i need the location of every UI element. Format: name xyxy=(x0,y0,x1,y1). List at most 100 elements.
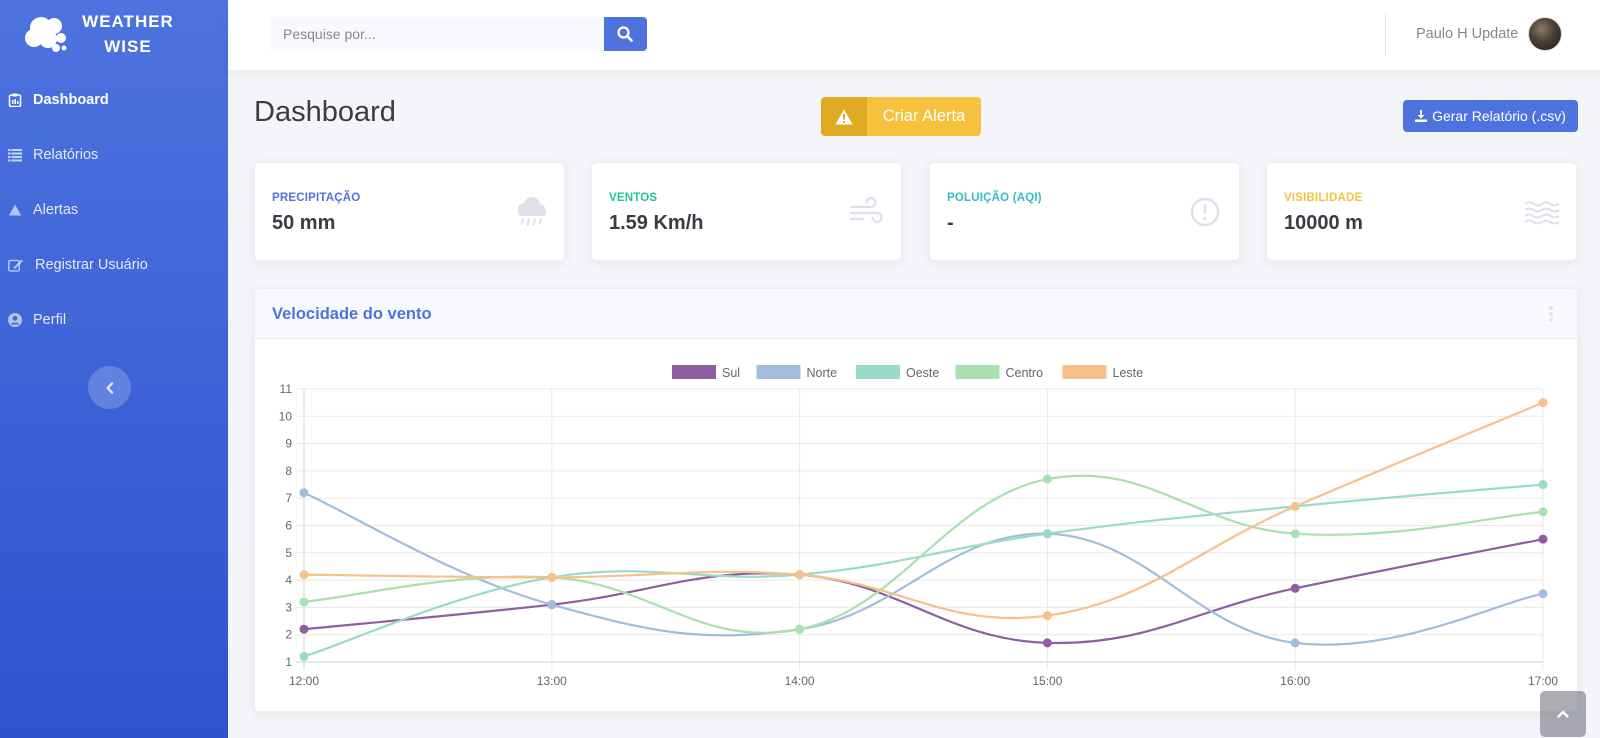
card-value: - xyxy=(947,212,954,234)
legend-swatch-norte xyxy=(756,365,801,379)
x-tick-label: 15:00 xyxy=(1032,674,1062,688)
sidebar-item-label: Perfil xyxy=(33,312,67,328)
sidebar-item-label: Relatórios xyxy=(33,147,99,163)
card-label: POLUIÇÃO (AQI) xyxy=(947,192,1042,204)
search-icon xyxy=(617,26,634,42)
chevron-left-icon xyxy=(105,381,113,394)
data-point-oeste xyxy=(299,652,309,662)
y-tick-label: 5 xyxy=(285,546,292,560)
y-tick-label: 2 xyxy=(285,628,292,642)
y-tick-label: 3 xyxy=(285,600,292,614)
warning-icon xyxy=(8,204,22,216)
card-value: 50 mm xyxy=(272,212,336,234)
list-icon xyxy=(8,149,22,162)
sidebar-item-label: Registrar Usuário xyxy=(35,257,148,273)
scroll-to-top-button[interactable] xyxy=(1540,691,1586,737)
series-line-norte xyxy=(303,491,1544,646)
stat-card-poluicao: POLUIÇÃO (AQI) - xyxy=(929,162,1240,261)
sidebar-item-label: Alertas xyxy=(33,202,79,218)
create-alert-label: Criar Alerta xyxy=(867,97,981,136)
card-label: VENTOS xyxy=(609,192,658,204)
data-point-leste xyxy=(795,570,805,580)
data-point-sul xyxy=(1290,583,1300,593)
wind-icon xyxy=(849,196,883,224)
search-form xyxy=(270,17,647,51)
wind-speed-line-chart: 1 2 3 4 5 6 7 8 9 10 11 12:00 13:00 14:00 15:00 16:00 17… xyxy=(279,365,1558,688)
sidebar-item-perfil[interactable]: Perfil xyxy=(0,300,228,340)
y-tick-label: 11 xyxy=(280,382,293,396)
legend-swatch-centro xyxy=(955,365,1000,379)
y-tick-label: 1 xyxy=(285,655,292,669)
series-line-oeste xyxy=(303,483,1544,658)
data-point-centro xyxy=(1290,529,1300,539)
sidebar: WEATHER WISE Dashboard Relatórios Alerta… xyxy=(0,0,228,738)
create-alert-button[interactable]: Criar Alerta xyxy=(821,97,981,136)
legend-label-leste: Leste xyxy=(1113,366,1144,380)
data-point-centro xyxy=(299,597,309,607)
data-point-norte xyxy=(1290,638,1300,648)
legend-label-sul: Sul xyxy=(722,366,740,380)
series-line-leste xyxy=(303,401,1544,620)
data-point-sul xyxy=(1538,534,1548,544)
search-input[interactable] xyxy=(270,17,604,51)
data-point-sul xyxy=(299,624,309,634)
clipboard-icon xyxy=(8,93,22,107)
card-label: PRECIPITAÇÃO xyxy=(272,192,361,204)
legend-label-norte: Norte xyxy=(807,366,838,380)
sidebar-item-registrar-usuario[interactable]: Registrar Usuário xyxy=(0,245,228,285)
sidebar-item-alertas[interactable]: Alertas xyxy=(0,190,228,230)
legend-swatch-sul xyxy=(672,365,716,379)
x-tick-label: 16:00 xyxy=(1280,674,1310,688)
data-point-leste xyxy=(1290,501,1300,511)
data-point-centro xyxy=(1042,474,1052,484)
data-point-leste xyxy=(1538,398,1548,408)
data-point-norte xyxy=(547,600,557,610)
x-tick-label: 17:00 xyxy=(1528,674,1558,688)
x-tick-label: 12:00 xyxy=(289,674,319,688)
data-point-leste xyxy=(1042,611,1052,621)
stat-card-ventos: VENTOS 1.59 Km/h xyxy=(591,162,902,261)
water-icon xyxy=(1524,201,1560,225)
brand-line-2: WISE xyxy=(104,37,152,56)
cloud-rain-icon xyxy=(518,197,546,226)
data-point-sul xyxy=(1042,638,1052,648)
page-title: Dashboard xyxy=(254,96,396,128)
topbar: Paulo H Update xyxy=(228,0,1600,70)
sidebar-item-label: Dashboard xyxy=(33,92,109,108)
user-name: Paulo H Update xyxy=(1416,26,1519,42)
generate-report-label: Gerar Relatório (.csv) xyxy=(1432,108,1566,124)
data-point-centro xyxy=(1538,507,1548,517)
legend-swatch-oeste xyxy=(856,365,900,379)
user-menu[interactable]: Paulo H Update xyxy=(1416,17,1563,51)
wind-speed-chart-card: Velocidade do vento 1 2 3 4 5 6 7 8 9 10 11 12:00 13… xyxy=(254,288,1578,712)
x-tick-label: 13:00 xyxy=(537,674,567,688)
exclamation-circle-icon xyxy=(1190,197,1220,227)
y-tick-label: 7 xyxy=(285,491,292,505)
data-point-oeste xyxy=(1042,529,1052,539)
series-line-centro xyxy=(303,474,1544,634)
sidebar-item-relatorios[interactable]: Relatórios xyxy=(0,135,228,175)
stat-card-visibilidade: VISIBILIDADE 10000 m xyxy=(1266,162,1577,261)
legend-label-centro: Centro xyxy=(1006,366,1044,380)
generate-report-button[interactable]: Gerar Relatório (.csv) xyxy=(1403,100,1578,132)
brand[interactable]: WEATHER WISE xyxy=(0,0,228,70)
warning-icon xyxy=(835,109,853,124)
data-point-centro xyxy=(795,624,805,634)
data-point-norte xyxy=(1538,589,1548,599)
brand-line-1: WEATHER xyxy=(82,12,174,31)
data-point-leste xyxy=(299,570,309,580)
data-point-leste xyxy=(547,572,557,582)
card-value: 1.59 Km/h xyxy=(609,212,704,234)
sidebar-toggle-button[interactable] xyxy=(88,366,131,409)
cloud-logo-icon xyxy=(25,17,67,52)
stat-card-precipitacao: PRECIPITAÇÃO 50 mm xyxy=(254,162,565,261)
user-circle-icon xyxy=(8,313,22,327)
card-value: 10000 m xyxy=(1284,212,1363,234)
x-tick-label: 14:00 xyxy=(785,674,815,688)
chevron-up-icon xyxy=(1557,710,1569,718)
search-button[interactable] xyxy=(603,17,647,51)
y-tick-label: 10 xyxy=(279,409,293,423)
avatar xyxy=(1528,17,1563,51)
sidebar-item-dashboard[interactable]: Dashboard xyxy=(0,80,228,120)
y-tick-label: 4 xyxy=(285,573,292,587)
